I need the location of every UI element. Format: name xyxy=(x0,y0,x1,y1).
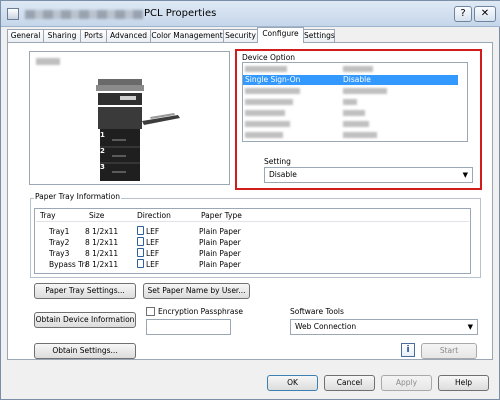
start-button[interactable]: Start xyxy=(421,343,477,359)
header-divider xyxy=(36,221,469,222)
tray-number-3: 3 xyxy=(100,163,105,171)
printer-icon xyxy=(7,8,19,20)
ok-button[interactable]: OK xyxy=(267,375,318,391)
encryption-passphrase-input[interactable] xyxy=(146,319,231,335)
set-paper-name-button[interactable]: Set Paper Name by User... xyxy=(143,283,250,299)
table-cell-direction: LEF xyxy=(137,237,159,247)
column-header-tray[interactable]: Tray xyxy=(40,211,56,220)
apply-button[interactable]: Apply xyxy=(381,375,432,391)
table-cell-size: 8 1/2x11 xyxy=(85,238,119,247)
table-cell-size: 8 1/2x11 xyxy=(85,260,119,269)
setting-dropdown[interactable]: Disable ▼ xyxy=(264,167,473,183)
page-orientation-icon xyxy=(137,259,144,268)
table-cell-tray: Tray1 xyxy=(49,227,70,236)
help-button[interactable]: Help xyxy=(438,375,489,391)
title-bar: PCL Properties ? ✕ xyxy=(1,1,500,27)
list-item[interactable] xyxy=(245,132,283,138)
table-cell-paper-type: Plain Paper xyxy=(199,260,241,269)
table-cell-size: 8 1/2x11 xyxy=(85,249,119,258)
option-value: Disable xyxy=(343,75,371,84)
info-icon[interactable]: i xyxy=(401,343,415,357)
tab-advanced[interactable]: Advanced xyxy=(106,29,151,43)
tab-sharing[interactable]: Sharing xyxy=(43,29,81,43)
list-item[interactable] xyxy=(245,110,285,116)
page-orientation-icon xyxy=(137,226,144,235)
list-item-value xyxy=(343,132,377,138)
redacted-printer-name xyxy=(25,10,143,19)
list-item-value xyxy=(343,99,357,105)
table-cell-tray: Bypass Tra xyxy=(49,260,87,269)
software-tools-value: Web Connection xyxy=(295,322,357,331)
device-preview: 1 2 3 xyxy=(29,51,230,185)
table-cell-paper-type: Plain Paper xyxy=(199,238,241,247)
window-title: PCL Properties xyxy=(144,8,217,19)
software-tools-dropdown[interactable]: Web Connection ▼ xyxy=(290,319,478,335)
obtain-settings-button[interactable]: Obtain Settings... xyxy=(34,343,136,359)
paper-tray-info-label: Paper Tray Information xyxy=(34,192,122,201)
encryption-checkbox[interactable] xyxy=(146,307,155,316)
setting-value: Disable xyxy=(269,170,297,179)
list-item[interactable] xyxy=(245,99,293,105)
list-item-value xyxy=(343,110,365,116)
column-header-size[interactable]: Size xyxy=(89,211,104,220)
redacted-model-label xyxy=(36,58,60,65)
software-tools-label: Software Tools xyxy=(290,307,344,316)
list-item[interactable] xyxy=(245,66,287,72)
paper-tray-settings-button[interactable]: Paper Tray Settings... xyxy=(34,283,136,299)
table-cell-size: 8 1/2x11 xyxy=(85,227,119,236)
obtain-device-info-button[interactable]: Obtain Device Information xyxy=(34,312,136,328)
tray-number-1: 1 xyxy=(100,131,105,139)
list-item-value xyxy=(343,66,373,72)
page-orientation-icon xyxy=(137,237,144,246)
device-option-label: Device Option xyxy=(241,53,297,62)
tray-table: Tray Size Direction Paper Type Tray1 8 1… xyxy=(34,208,471,274)
tab-settings[interactable]: Settings xyxy=(303,29,335,43)
page-orientation-icon xyxy=(137,248,144,257)
list-item-value xyxy=(343,121,369,127)
tab-general[interactable]: General xyxy=(7,29,44,43)
tab-configure[interactable]: Configure xyxy=(257,27,304,43)
title-help-button[interactable]: ? xyxy=(454,6,472,22)
table-cell-direction: LEF xyxy=(137,259,159,269)
device-option-list[interactable]: Single Sign-On Disable ▲ ▼ xyxy=(242,62,468,142)
tab-ports[interactable]: Ports xyxy=(80,29,107,43)
list-item[interactable] xyxy=(245,121,290,127)
table-cell-tray: Tray3 xyxy=(49,249,70,258)
column-header-direction[interactable]: Direction xyxy=(137,211,171,220)
table-cell-tray: Tray2 xyxy=(49,238,70,247)
table-cell-paper-type: Plain Paper xyxy=(199,249,241,258)
list-item-single-sign-on[interactable]: Single Sign-On Disable xyxy=(243,75,458,85)
chevron-down-icon: ▼ xyxy=(462,171,468,179)
table-cell-direction: LEF xyxy=(137,248,159,258)
chevron-down-icon: ▼ xyxy=(467,323,473,331)
list-item-value xyxy=(343,88,387,94)
list-item[interactable] xyxy=(245,88,300,94)
properties-window: PCL Properties ? ✕ General Sharing Ports… xyxy=(0,0,500,400)
close-icon[interactable]: ✕ xyxy=(474,6,496,22)
tray-number-2: 2 xyxy=(100,147,105,155)
setting-label: Setting xyxy=(264,157,291,166)
option-name: Single Sign-On xyxy=(245,75,301,84)
tab-color-management[interactable]: Color Management xyxy=(150,29,224,43)
encryption-passphrase-label: Encryption Passphrase xyxy=(158,307,243,316)
tab-security[interactable]: Security xyxy=(223,29,258,43)
column-header-paper-type[interactable]: Paper Type xyxy=(201,211,242,220)
table-cell-paper-type: Plain Paper xyxy=(199,227,241,236)
cancel-button[interactable]: Cancel xyxy=(324,375,375,391)
table-cell-direction: LEF xyxy=(137,226,159,236)
